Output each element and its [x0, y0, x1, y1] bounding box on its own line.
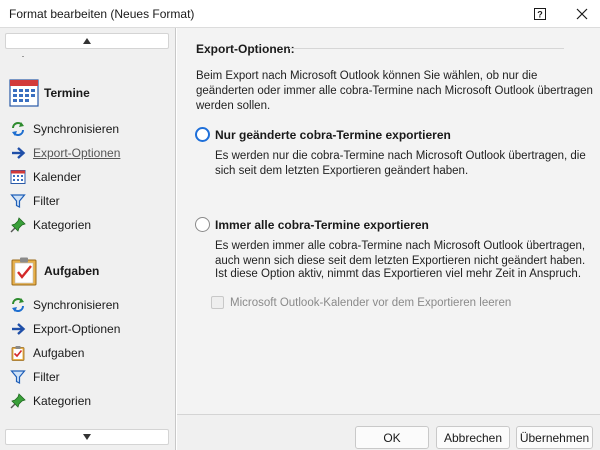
tasks-large-icon	[11, 257, 37, 286]
checkbox-box[interactable]	[211, 296, 224, 309]
close-icon[interactable]	[574, 6, 590, 22]
apply-button[interactable]: Übernehmen	[516, 426, 593, 449]
option-description: Es werden immer alle cobra-Termine nach …	[215, 240, 586, 267]
calendar-icon	[10, 169, 26, 185]
radio-button-unchecked[interactable]	[195, 217, 210, 232]
sidebar-item-termine-kategorien[interactable]: Kategorien	[10, 216, 91, 234]
radio-always-all[interactable]: Immer alle cobra-Termine exportieren	[195, 217, 429, 232]
sidebar-item-label: Synchronisieren	[33, 122, 120, 136]
tasks-icon	[10, 345, 26, 361]
arrow-right-icon	[10, 321, 26, 337]
dialog-footer: OK Abbrechen Übernehmen	[177, 414, 600, 450]
sidebar: Termine Synchronisieren Export-Optionen …	[0, 28, 176, 450]
sidebar-item-label: Filter	[33, 370, 60, 384]
option-description: Es werden nur die cobra-Termine nach Mic…	[215, 150, 586, 177]
sidebar-item-termine-kalender[interactable]: Kalender	[10, 168, 81, 186]
sidebar-item-aufgaben-kategorien[interactable]: Kategorien	[10, 392, 91, 410]
triangle-up-icon	[83, 38, 91, 44]
pin-icon	[10, 217, 26, 233]
section-divider	[289, 48, 564, 49]
cancel-button[interactable]: Abbrechen	[436, 426, 510, 449]
clear-calendar-checkbox[interactable]: Microsoft Outlook-Kalender vor dem Expor…	[211, 296, 511, 309]
sidebar-item-aufgaben-export-optionen[interactable]: Export-Optionen	[10, 320, 120, 338]
filter-icon	[10, 369, 26, 385]
sidebar-item-termine-export-optionen[interactable]: Export-Optionen	[10, 144, 120, 162]
sidebar-item-label: Export-Optionen	[33, 322, 121, 336]
sidebar-item-aufgaben-synchronisieren[interactable]: Synchronisieren	[10, 296, 119, 314]
sidebar-item-aufgaben-filter[interactable]: Filter	[10, 368, 60, 386]
radio-button-checked[interactable]	[195, 127, 210, 142]
pin-icon	[10, 393, 26, 409]
window-title: Format bearbeiten (Neues Format)	[9, 7, 195, 21]
triangle-down-icon	[83, 434, 91, 440]
sidebar-scroll-up-button[interactable]	[5, 33, 169, 49]
sidebar-item-label: Export-Optionen	[33, 146, 121, 160]
sidebar-item-termine-filter[interactable]: Filter	[10, 192, 60, 210]
sidebar-item-label: Aufgaben	[33, 346, 85, 360]
section-title: Export-Optionen:	[196, 42, 295, 56]
radio-label[interactable]: Nur geänderte cobra-Termine exportieren	[215, 128, 451, 142]
calendar-large-icon	[9, 79, 39, 107]
group-label-aufgaben: Aufgaben	[44, 264, 100, 278]
sidebar-item-label: Synchronisieren	[33, 298, 120, 312]
group-header-termine[interactable]: Termine	[9, 78, 90, 108]
arrow-right-icon	[10, 145, 26, 161]
radio-only-changed[interactable]: Nur geänderte cobra-Termine exportieren	[195, 127, 451, 142]
sidebar-item-label: Filter	[33, 194, 60, 208]
sync-icon	[10, 297, 26, 313]
group-header-aufgaben[interactable]: Aufgaben	[9, 256, 99, 286]
sidebar-item-label: Kategorien	[33, 394, 92, 408]
title-bar: Format bearbeiten (Neues Format) ?	[0, 0, 600, 28]
sidebar-item-termine-synchronisieren[interactable]: Synchronisieren	[10, 120, 119, 138]
sidebar-item-aufgaben-aufgaben[interactable]: Aufgaben	[10, 344, 84, 362]
sidebar-scroll-down-button[interactable]	[5, 429, 169, 445]
content-panel: Export-Optionen: Beim Export nach Micros…	[177, 28, 600, 414]
svg-text:?: ?	[537, 9, 543, 19]
group-label-termine: Termine	[44, 86, 90, 100]
checkbox-label[interactable]: Microsoft Outlook-Kalender vor dem Expor…	[230, 297, 511, 309]
intro-text: Beim Export nach Microsoft Outlook könne…	[196, 70, 593, 112]
filter-icon	[10, 193, 26, 209]
option-description-note: Ist diese Option aktiv, nimmt das Export…	[215, 268, 582, 280]
sync-icon	[10, 121, 26, 137]
radio-label[interactable]: Immer alle cobra-Termine exportieren	[215, 218, 429, 232]
sidebar-item-label: Kalender	[33, 170, 82, 184]
sidebar-item-label: Kategorien	[33, 218, 92, 232]
divider	[22, 56, 24, 57]
help-question-icon[interactable]: ?	[532, 6, 548, 22]
ok-button[interactable]: OK	[355, 426, 429, 449]
